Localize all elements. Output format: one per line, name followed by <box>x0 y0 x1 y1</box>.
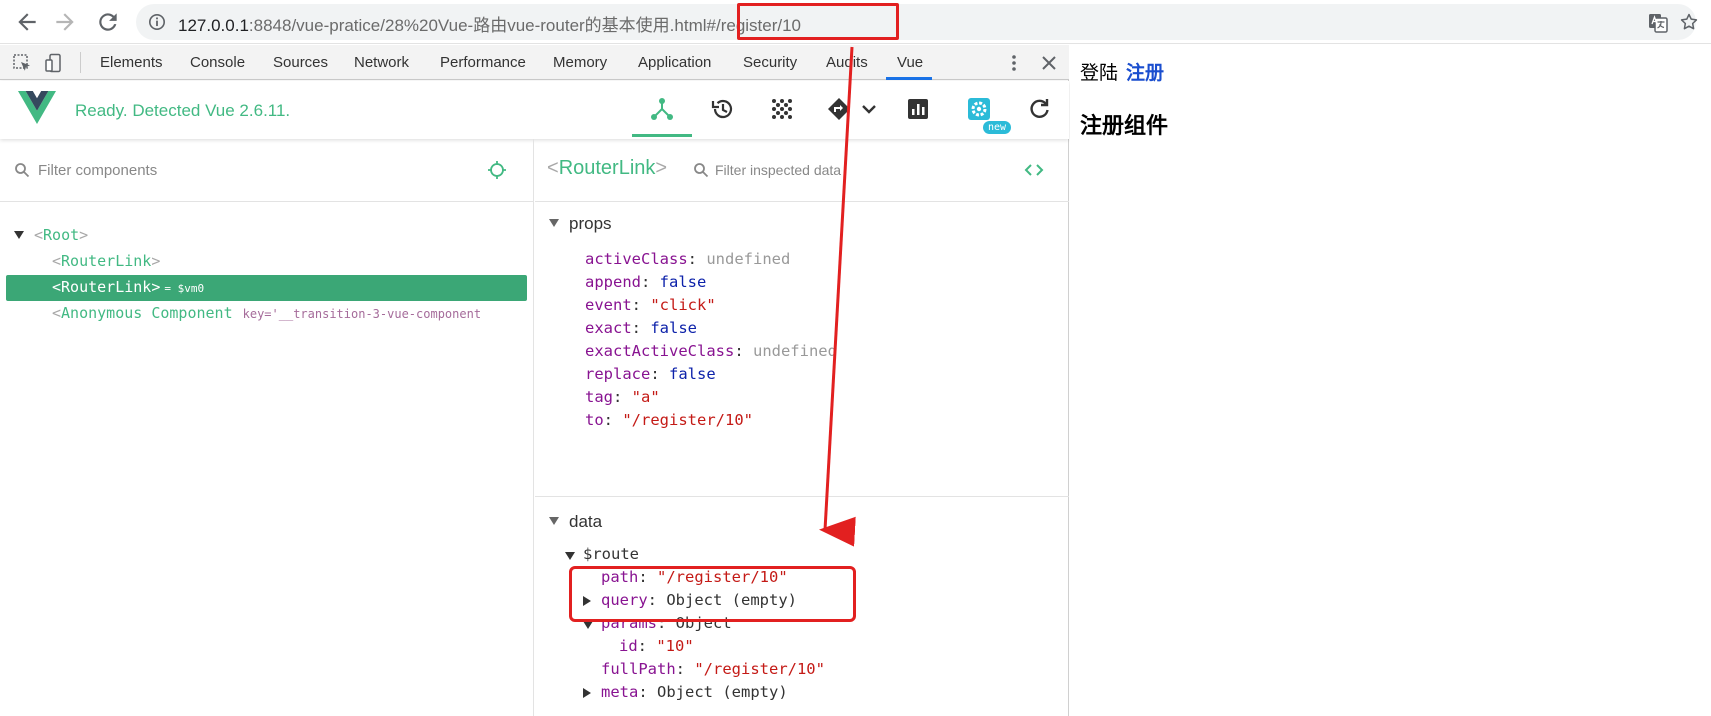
component-name-routerlink: RouterLink <box>61 278 152 296</box>
collapse-triangle-icon[interactable] <box>549 517 559 525</box>
settings-gear-icon[interactable] <box>966 96 992 122</box>
vue-detected-status: Ready. Detected Vue 2.6.11. <box>75 101 291 120</box>
tab-vue[interactable]: Vue <box>897 54 923 71</box>
info-icon[interactable] <box>148 13 166 31</box>
prop-row-tag: tag: "a" <box>585 388 660 406</box>
device-toggle-icon[interactable] <box>44 53 64 73</box>
tab-audits[interactable]: Audits <box>826 54 868 71</box>
props-section-title[interactable]: props <box>549 214 612 234</box>
component-key: key='__transition-3-vue-component <box>242 307 482 321</box>
nav-link-login[interactable]: 登陆 <box>1080 58 1118 85</box>
route-fullpath-row: fullPath: "/register/10" <box>601 660 825 678</box>
expand-triangle-icon[interactable] <box>583 596 591 606</box>
close-devtools-icon[interactable] <box>1040 54 1058 72</box>
forward-icon[interactable] <box>52 9 78 35</box>
inspect-element-icon[interactable] <box>12 53 32 73</box>
data-section-title[interactable]: data <box>549 512 602 532</box>
tab-elements[interactable]: Elements <box>100 54 163 71</box>
register-component-title: 注册组件 <box>1080 114 1169 139</box>
component-name-root: Root <box>43 226 80 244</box>
routing-dropdown-chevron-icon[interactable] <box>856 96 882 122</box>
component-name-routerlink: RouterLink <box>61 252 152 270</box>
performance-chart-icon[interactable] <box>905 96 931 122</box>
tree-node-routerlink-2-selected[interactable]: <RouterLink> = $vm0 <box>6 275 527 301</box>
inspector-header: <RouterLink> <box>535 139 1069 202</box>
component-name-anonymous: Anonymous Component <box>61 304 233 322</box>
component-filter-row <box>0 139 534 202</box>
collapse-triangle-icon[interactable] <box>549 219 559 227</box>
page-preview: 登陆 注册 注册组件 <box>1070 45 1711 716</box>
prop-row-to: to: "/register/10" <box>585 411 753 429</box>
filter-inspected-data-input[interactable] <box>715 157 885 183</box>
routing-icon[interactable] <box>826 96 852 122</box>
filter-components-input[interactable] <box>38 157 458 183</box>
devtools-panel: Elements Console Sources Network Perform… <box>0 45 1069 716</box>
vuex-icon[interactable] <box>769 96 795 122</box>
prop-row-event: event: "click" <box>585 296 716 314</box>
new-badge: new <box>983 121 1012 134</box>
tab-memory[interactable]: Memory <box>553 54 607 71</box>
reload-icon[interactable] <box>95 9 121 35</box>
tab-application[interactable]: Application <box>638 54 711 71</box>
address-bar[interactable]: 127.0.0.1:8848/vue-pratice/28%20Vue-路由vu… <box>136 4 1699 40</box>
tab-performance[interactable]: Performance <box>440 54 526 71</box>
vue-logo-icon <box>18 91 56 124</box>
tree-node-routerlink-1[interactable]: <RouterLink> <box>0 249 534 275</box>
url-host: 127.0.0.1 <box>178 16 249 35</box>
url-text[interactable]: 127.0.0.1:8848/vue-pratice/28%20Vue-路由vu… <box>178 11 801 36</box>
components-tab-icon[interactable] <box>649 96 675 122</box>
route-query-row[interactable]: query: Object (empty) <box>583 591 797 609</box>
select-component-target-icon[interactable] <box>487 160 507 180</box>
active-tab-indicator <box>886 77 932 80</box>
url-path: :8848/vue-pratice/28%20Vue-路由vue-router的… <box>248 16 802 35</box>
search-icon <box>15 163 30 178</box>
expand-triangle-icon[interactable] <box>565 552 575 560</box>
tab-network[interactable]: Network <box>354 54 409 71</box>
route-params-row[interactable]: params: Object <box>583 614 732 632</box>
vue-devtools-header: Ready. Detected Vue 2.6.11. new <box>0 81 1069 139</box>
timeline-history-icon[interactable] <box>710 96 736 122</box>
open-source-code-icon[interactable] <box>1023 159 1045 181</box>
prop-row-exactActiveClass: exactActiveClass: undefined <box>585 342 837 360</box>
expand-triangle-icon[interactable] <box>583 688 591 698</box>
search-icon <box>694 163 709 178</box>
toolbar-divider <box>80 52 81 73</box>
vm-reference: = $vm0 <box>164 282 205 295</box>
nav-link-register[interactable]: 注册 <box>1126 58 1164 85</box>
tree-node-anonymous[interactable]: <Anonymous Component key='__transition-3-… <box>0 301 534 327</box>
route-meta-row[interactable]: meta: Object (empty) <box>583 683 788 701</box>
prop-row-exact: exact: false <box>585 319 698 337</box>
browser-toolbar: 127.0.0.1:8848/vue-pratice/28%20Vue-路由vu… <box>0 0 1711 44</box>
prop-row-append: append: false <box>585 273 707 291</box>
expand-triangle-icon[interactable] <box>583 621 593 629</box>
components-tab-active-bar <box>632 134 692 137</box>
tab-sources[interactable]: Sources <box>273 54 328 71</box>
prop-row-activeClass: activeClass: undefined <box>585 250 791 268</box>
more-options-icon[interactable] <box>1004 53 1024 73</box>
tab-console[interactable]: Console <box>190 54 245 71</box>
tree-node-root[interactable]: <Root> <box>0 223 534 249</box>
refresh-icon[interactable] <box>1026 96 1052 122</box>
bookmark-star-icon[interactable] <box>1679 12 1699 32</box>
collapse-triangle-icon[interactable] <box>14 231 24 239</box>
section-divider <box>535 496 1069 497</box>
devtools-tab-bar: Elements Console Sources Network Perform… <box>0 45 1069 80</box>
prop-row-replace: replace: false <box>585 365 716 383</box>
route-object-row[interactable]: $route <box>565 545 639 563</box>
inspector-panel: <RouterLink> props activeClass: undefine… <box>535 139 1069 716</box>
route-params-id-row: id: "10" <box>619 637 694 655</box>
back-icon[interactable] <box>14 9 40 35</box>
translate-icon[interactable] <box>1648 13 1668 33</box>
route-path-row: path: "/register/10" <box>601 568 788 586</box>
inspected-component-name: <RouterLink> <box>547 157 668 179</box>
components-panel: <Root> <RouterLink> <RouterLink>= $vm0 <… <box>0 139 534 716</box>
tab-security[interactable]: Security <box>743 54 797 71</box>
